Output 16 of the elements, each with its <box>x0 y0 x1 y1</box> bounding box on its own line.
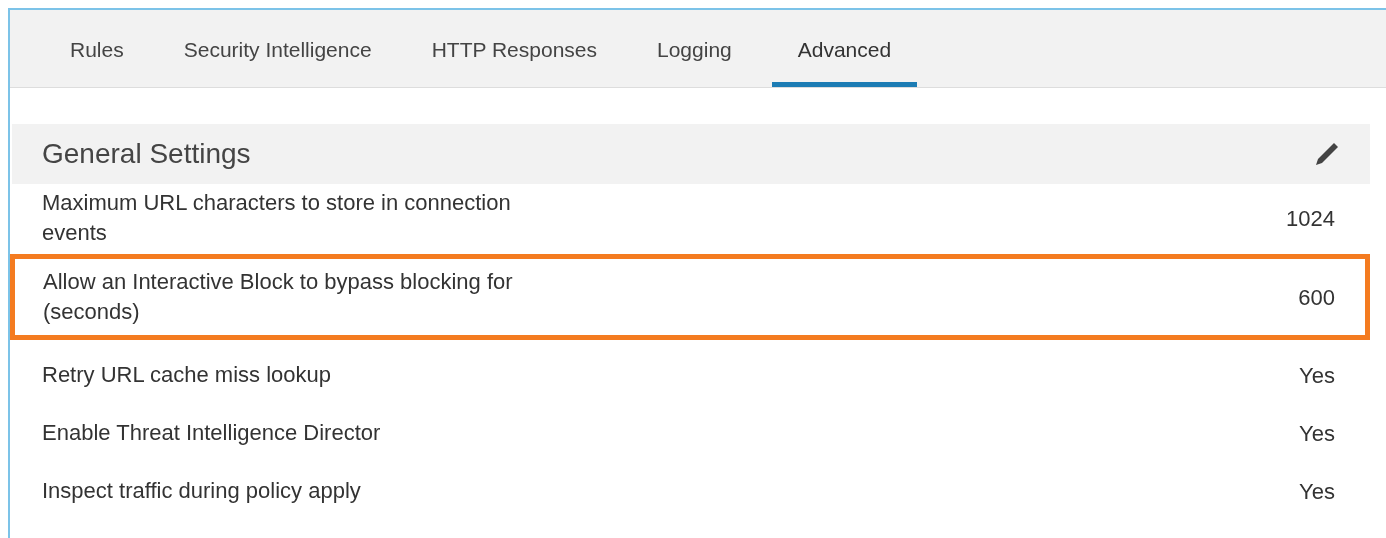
setting-label: Retry URL cache miss lookup <box>42 361 331 389</box>
setting-value: 1024 <box>1286 204 1335 233</box>
tab[interactable]: Rules <box>50 10 144 87</box>
setting-label: Inspect traffic during policy apply <box>42 477 361 505</box>
section-title: General Settings <box>42 137 251 171</box>
setting-value: Yes <box>1299 419 1335 448</box>
setting-value: 600 <box>1298 283 1335 312</box>
setting-label: Enable Threat Intelligence Director <box>42 419 381 447</box>
setting-label: Maximum URL characters to store in connection events <box>42 189 512 247</box>
setting-value: Yes <box>1299 477 1335 506</box>
tab[interactable]: HTTP Responses <box>411 10 617 87</box>
tab[interactable]: Security Intelligence <box>163 10 392 87</box>
tab[interactable]: Advanced <box>771 10 918 87</box>
setting-label: Allow an Interactive Block to bypass blocking for (seconds) <box>43 268 514 326</box>
tab[interactable]: Logging <box>637 10 752 87</box>
setting-value: Yes <box>1299 361 1335 390</box>
